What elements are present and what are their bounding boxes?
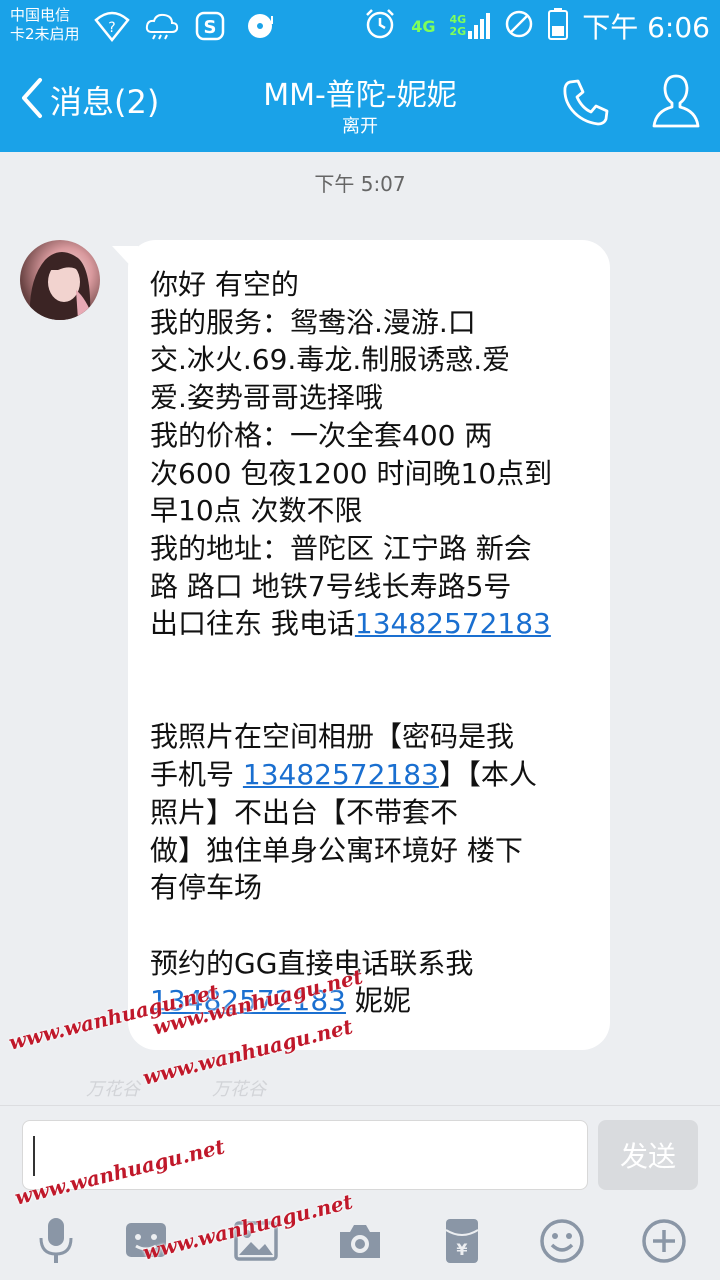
message-line: 照片】不出台【不带套不 — [150, 795, 459, 829]
input-toolbar: ¥ — [0, 1205, 720, 1280]
avatar[interactable] — [20, 240, 100, 320]
voice-button[interactable] — [28, 1215, 84, 1271]
alarm-icon — [363, 7, 397, 45]
message-line: 手机号 13482572183】【本人 — [150, 756, 590, 794]
message-text: 手机号 — [150, 758, 243, 792]
camera-icon — [336, 1220, 384, 1266]
message-line: 我的地址：普陀区 江宁路 新会 — [150, 531, 532, 565]
message-line: 我的服务：鸳鸯浴.漫游.口 — [150, 305, 476, 339]
message-line: 做】独住单身公寓环境好 楼下 — [150, 833, 523, 867]
message-line: 你好 有空的 — [150, 268, 299, 301]
svg-text:¥: ¥ — [456, 1240, 467, 1259]
more-button[interactable] — [636, 1215, 692, 1271]
do-not-disturb-icon — [504, 9, 534, 43]
status-time: 下午 6:06 — [582, 11, 710, 44]
message-line: 有停车场 — [150, 871, 263, 905]
watermark-faint: 万花谷 — [212, 1079, 266, 1100]
message-line: 早10点 次数不限 — [150, 494, 363, 528]
network-2g-small: 2G — [449, 25, 467, 38]
phone-number-link[interactable]: 13482572183 — [243, 758, 439, 791]
microphone-icon — [36, 1216, 76, 1270]
music-disc-icon — [242, 8, 282, 44]
message-text: 】【本人 — [438, 758, 537, 792]
profile-icon — [650, 74, 702, 134]
message-line: 我照片在空间相册【密码是我 — [150, 720, 515, 754]
message-line: 路 路口 地铁7号线长寿路5号 — [150, 569, 512, 603]
watermark-faint: 万花谷 — [86, 1079, 140, 1100]
contact-profile-button[interactable] — [650, 72, 706, 132]
message-line: 次600 包夜1200 时间晚10点到 — [150, 456, 553, 490]
weather-cloud-icon — [142, 8, 182, 44]
message-line: 交.冰火.69.毒龙.制服诱惑.爱 — [150, 343, 511, 377]
phone-icon — [560, 79, 612, 132]
camera-button[interactable] — [332, 1215, 388, 1271]
carrier-line-2: 卡2未启用 — [10, 25, 80, 43]
svg-text:?: ? — [108, 20, 115, 36]
wifi-question-icon: ? — [92, 8, 132, 44]
plus-icon — [640, 1217, 688, 1269]
svg-text:S: S — [204, 17, 217, 38]
status-notification-icons: ? S — [92, 8, 282, 44]
battery-icon — [548, 8, 569, 44]
red-packet-button[interactable]: ¥ — [434, 1215, 490, 1271]
phone-number-link[interactable]: 13482572183 — [355, 607, 551, 640]
network-4g-label: 4G — [411, 16, 436, 36]
message-line: 出口往东 我电话13482572183 — [150, 605, 590, 643]
status-bar: 中国电信 卡2未启用 ? S 4G 4G 2G 下午 6:06 — [0, 0, 720, 52]
red-packet-icon: ¥ — [442, 1216, 482, 1270]
status-system-icons: 4G 4G 2G 下午 6:06 — [363, 6, 710, 46]
app-s-icon: S — [192, 8, 232, 44]
message-line: 预约的GG直接电话联系我 — [150, 946, 474, 980]
message-text: 出口往东 我电话 — [150, 607, 355, 641]
chat-header: 消息(2) MM-普陀-妮妮 离开 — [0, 52, 720, 152]
message-bubble[interactable]: 你好 有空的 我的服务：鸳鸯浴.漫游.口 交.冰火.69.毒龙.制服诱惑.爱 爱… — [128, 240, 610, 1050]
phone-call-button[interactable] — [560, 76, 616, 132]
carrier-info: 中国电信 卡2未启用 — [10, 6, 80, 44]
carrier-line-1: 中国电信 — [10, 6, 71, 24]
emoji-icon — [538, 1217, 586, 1269]
text-caret — [33, 1136, 35, 1176]
send-button[interactable]: 发送 — [598, 1120, 698, 1190]
signal-icon: 4G 2G — [450, 13, 491, 39]
message-timestamp: 下午 5:07 — [314, 172, 406, 196]
emoji-button[interactable] — [534, 1215, 590, 1271]
message-line: 我的价格：一次全套400 两 — [150, 418, 493, 452]
message-input-bar: 发送 — [0, 1105, 720, 1205]
message-line: 爱.姿势哥哥选择哦 — [150, 381, 383, 415]
